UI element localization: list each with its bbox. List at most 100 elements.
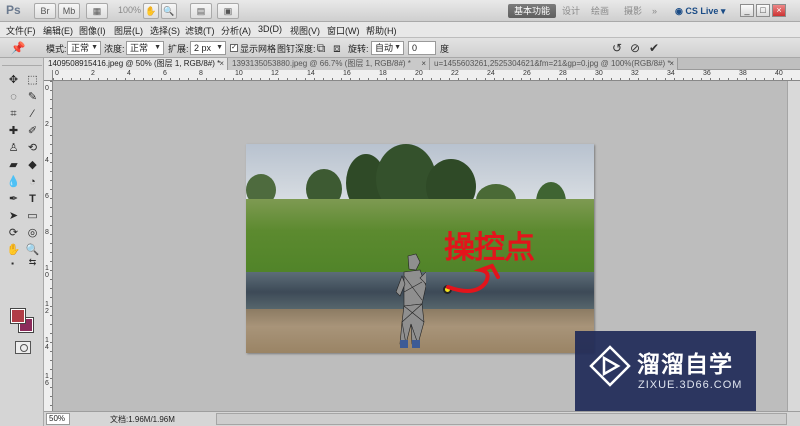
cs-live-label: CS Live [685,6,719,16]
arrange-documents-button[interactable]: ▤ [190,3,212,19]
expand-value: 2 px [194,43,212,53]
eyedropper-tool-icon[interactable]: ⁄ [24,107,41,122]
close-icon[interactable]: × [669,58,674,70]
horizontal-ruler[interactable]: 0 2 4 6 8 10 12 14 16 18 20 22 24 26 28 30 32 34 36 38 40 [53,70,800,81]
pin-depth-forward-icon[interactable]: ⧉ [313,40,329,56]
density-value: 正常 [130,43,149,53]
default-colors-icon[interactable]: ▪ [4,256,21,271]
shape-tool-icon[interactable]: ▭ [24,209,41,224]
pen-tool-icon[interactable]: ✒ [5,192,22,207]
eraser-tool-icon[interactable]: ▰ [5,158,22,173]
ruler-tick-label: 10 [235,70,243,77]
menu-window[interactable]: 窗口(W) [327,24,360,37]
marquee-tool-icon[interactable]: ⬚ [24,73,41,88]
angle-input[interactable]: 0 [408,41,436,55]
menu-layer[interactable]: 图层(L) [114,24,143,37]
hand-tool-button[interactable]: ✋ [143,3,159,19]
puppet-mesh-figure [396,253,426,348]
tab-document-1[interactable]: 1409508915416.jpeg @ 50% (图层 1, RGB/8#) … [44,58,228,70]
foreground-color-swatch[interactable] [10,308,26,324]
ruler-tick-label: 12 [271,70,279,77]
zoom-level-menu[interactable]: 100% [118,5,141,15]
play-logo-icon [589,345,631,387]
zoom-level-input[interactable]: 50% [46,413,70,425]
zoom-tool-button[interactable]: 🔍 [161,3,177,19]
minimize-button[interactable]: _ [740,4,754,17]
close-icon[interactable]: × [421,58,426,70]
pin-depth-backward-icon[interactable]: ⧈ [329,40,345,56]
density-select[interactable]: 正常 ▼ [126,41,164,55]
menu-filter[interactable]: 滤镜(T) [185,24,215,37]
red-arrow-annotation [446,263,500,293]
move-tool-icon[interactable]: ✥ [5,73,22,88]
menu-file[interactable]: 文件(F) [6,24,36,37]
workspace-painting[interactable]: 绘画 [585,4,615,18]
vertical-ruler[interactable]: 0 2 4 6 8 1 0 1 2 1 4 1 6 [44,81,53,411]
cs-live-button[interactable]: ◉ CS Live ▾ [675,3,725,19]
close-icon[interactable]: × [219,58,224,70]
paint-bucket-tool-icon[interactable]: ◆ [24,158,41,173]
quick-select-tool-icon[interactable]: ✎ [24,90,41,105]
workspace-essentials[interactable]: 基本功能 [508,4,557,18]
ruler-tick-label: 4 [45,157,49,164]
mode-select[interactable]: 正常 ▼ [67,41,101,55]
tools-panel: ✥ ⬚ ◌ ✎ ⌗ ⁄ ✚ ✐ ♙ ⟲ ▰ ◆ 💧 ◔ ✒ T ➤ ▭ ⟳ ◎ … [0,58,44,426]
document-size-info[interactable]: 文档:1.96M/1.96M [110,414,175,425]
horizontal-scrollbar[interactable] [216,413,787,425]
view-extras-button[interactable]: ▦ [86,3,108,19]
reset-mesh-icon[interactable]: ↺ [609,40,625,56]
launch-minibridge-button[interactable]: Mb [58,3,80,19]
menu-help[interactable]: 帮助(H) [366,24,397,37]
document-image[interactable]: 操控点 [246,144,594,353]
watermark-url: ZIXUE.3D66.COM [638,379,743,391]
brush-tool-icon[interactable]: ✐ [24,124,41,139]
swap-colors-icon[interactable]: ⇆ [24,255,41,270]
expand-input[interactable]: 2 px ▼ [190,41,226,55]
cancel-icon[interactable]: ⊘ [627,40,643,56]
workspace-design[interactable]: 设计 [556,4,586,18]
menu-edit[interactable]: 编辑(E) [43,24,73,37]
type-tool-icon[interactable]: T [24,192,41,207]
menu-image[interactable]: 图像(I) [79,24,106,37]
ruler-tick-label: 8 [199,70,203,77]
workspace-more-button[interactable]: » [646,4,663,18]
show-mesh-checkbox[interactable]: ✓ [230,44,238,52]
crop-tool-icon[interactable]: ⌗ [5,107,22,122]
menu-view[interactable]: 视图(V) [290,24,320,37]
rotate-select[interactable]: 自动 ▼ [371,41,404,55]
3d-orbit-tool-icon[interactable]: ◎ [24,226,41,241]
rotate-value: 自动 [375,43,394,53]
dodge-tool-icon[interactable]: ◔ [24,175,41,190]
chevron-down-icon: ▼ [394,44,401,51]
3d-rotate-tool-icon[interactable]: ⟳ [5,226,22,241]
quick-mask-button[interactable] [15,341,31,354]
ruler-origin[interactable] [44,70,53,81]
menu-analysis[interactable]: 分析(A) [221,24,251,37]
ruler-tick-label: 1 4 [45,337,49,351]
menu-select[interactable]: 选择(S) [150,24,180,37]
blur-tool-icon[interactable]: 💧 [5,175,22,190]
ruler-tick-label: 1 6 [45,373,49,387]
launch-bridge-button[interactable]: Br [34,3,56,19]
healing-brush-tool-icon[interactable]: ✚ [5,124,22,139]
commit-check-icon[interactable]: ✔ [646,40,662,56]
vertical-scrollbar[interactable] [787,81,800,411]
ruler-tick-label: 16 [343,70,351,77]
ruler-tick-label: 24 [487,70,495,77]
history-brush-tool-icon[interactable]: ⟲ [24,141,41,156]
panel-grip[interactable] [2,60,42,66]
path-selection-tool-icon[interactable]: ➤ [5,209,22,224]
ruler-tick-label: 40 [775,70,783,77]
ruler-tick-label: 22 [451,70,459,77]
tab-label: 1409508915416.jpeg @ 50% (图层 1, RGB/8#) … [48,59,221,68]
maximize-button[interactable]: □ [756,4,770,17]
close-button[interactable]: × [772,4,786,17]
menu-3d[interactable]: 3D(D) [258,24,282,34]
puppet-warp-tool-icon[interactable]: 📌 [10,40,26,56]
screen-mode-button[interactable]: ▣ [217,3,239,19]
tab-document-2[interactable]: 1393135053880.jpeg @ 66.7% (图层 1, RGB/8#… [228,58,430,70]
workspace-photography[interactable]: 摄影 [618,4,648,18]
tab-document-3[interactable]: u=1455603261,2525304621&fm=21&gp=0.jpg @… [430,58,678,70]
clone-stamp-tool-icon[interactable]: ♙ [5,141,22,156]
lasso-tool-icon[interactable]: ◌ [5,90,22,105]
